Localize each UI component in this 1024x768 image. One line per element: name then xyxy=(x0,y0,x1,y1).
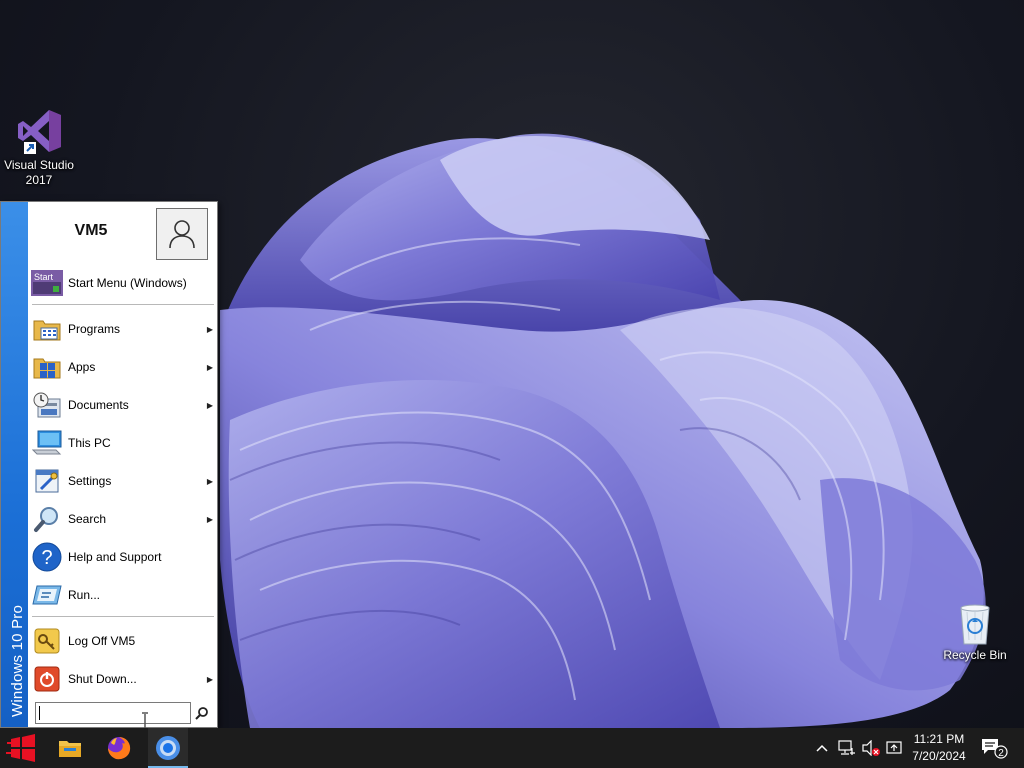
start-menu-shortcut-icon: Start xyxy=(31,267,63,299)
search-button[interactable] xyxy=(193,704,211,722)
documents-icon xyxy=(31,389,63,421)
start-search-input[interactable] xyxy=(35,702,191,724)
power-icon xyxy=(31,663,63,695)
network-icon xyxy=(838,740,855,755)
menu-item-label: Apps xyxy=(68,360,96,374)
apps-icon xyxy=(31,351,63,383)
menu-item-shut-down[interactable]: Shut Down... ▶ xyxy=(31,662,215,696)
menu-item-settings[interactable]: Settings ▶ xyxy=(31,464,215,498)
menu-item-label: Shut Down... xyxy=(68,672,137,686)
menu-item-apps[interactable]: Apps ▶ xyxy=(31,350,215,384)
remote-session-icon xyxy=(886,741,902,754)
menu-item-label: Settings xyxy=(68,474,112,488)
desktop-icon-visual-studio[interactable]: Visual Studio 2017 xyxy=(0,106,78,188)
menu-item-label: Help and Support xyxy=(68,550,162,564)
settings-icon xyxy=(31,465,63,497)
menu-separator xyxy=(32,616,214,617)
taskbar-firefox[interactable] xyxy=(99,728,139,768)
recycle-bin-icon xyxy=(960,604,990,645)
user-avatar[interactable] xyxy=(156,208,208,260)
firefox-icon xyxy=(108,737,131,760)
pinned-start-menu-windows[interactable]: Start Start Menu (Windows) xyxy=(31,266,215,300)
desktop-icon-label-line2: 2017 xyxy=(25,173,53,187)
menu-item-programs[interactable]: Programs ▶ xyxy=(31,312,215,346)
menu-item-this-pc[interactable]: This PC xyxy=(31,426,215,460)
menu-item-label: Run... xyxy=(68,588,101,602)
menu-item-run[interactable]: Run... xyxy=(31,578,215,612)
menu-item-label: Log Off VM5 xyxy=(68,634,136,648)
pinned-label: Start Menu (Windows) xyxy=(68,276,187,290)
submenu-arrow-icon: ▶ xyxy=(206,400,214,410)
key-icon xyxy=(31,625,63,657)
action-center-button[interactable]: 2 xyxy=(980,738,1008,759)
clock-time: 11:21 PM xyxy=(913,732,965,746)
menu-item-label: Programs xyxy=(68,322,121,336)
show-hidden-icons-button[interactable] xyxy=(814,738,830,758)
user-name: VM5 xyxy=(74,222,108,239)
edition-label: Windows 10 Pro xyxy=(9,604,26,717)
submenu-arrow-icon: ▶ xyxy=(206,476,214,486)
help-icon: ? xyxy=(31,541,63,573)
notification-count: 2 xyxy=(998,748,1004,759)
ibeam-cursor-icon xyxy=(142,712,148,728)
notification-icon: 2 xyxy=(982,739,1008,759)
run-icon xyxy=(31,579,63,611)
clock[interactable]: 11:21 PM 7/20/2024 xyxy=(906,731,972,765)
menu-item-help[interactable]: ? Help and Support xyxy=(31,540,215,574)
text-caret xyxy=(39,706,40,720)
menu-item-label: This PC xyxy=(68,436,111,450)
windows-logo-icon xyxy=(6,734,35,762)
menu-item-documents[interactable]: Documents ▶ xyxy=(31,388,215,422)
desktop-icon-label: Recycle Bin xyxy=(943,648,1007,662)
search-icon xyxy=(31,503,63,535)
desktop-icon-label-line1: Visual Studio xyxy=(4,158,74,172)
submenu-arrow-icon: ▶ xyxy=(206,324,214,334)
programs-icon xyxy=(31,313,63,345)
menu-item-label: Documents xyxy=(68,398,129,412)
taskbar-file-explorer[interactable] xyxy=(50,728,90,768)
start-menu: Windows 10 Pro VM5 Start Start Menu (Win… xyxy=(0,201,218,728)
submenu-arrow-icon: ▶ xyxy=(206,674,214,684)
visual-studio-icon xyxy=(18,110,61,154)
menu-item-log-off[interactable]: Log Off VM5 xyxy=(31,624,215,658)
file-explorer-icon xyxy=(59,741,81,757)
volume-muted[interactable] xyxy=(861,738,881,758)
this-pc-icon xyxy=(31,427,63,459)
network-status[interactable] xyxy=(837,738,857,758)
svg-text:?: ? xyxy=(41,547,52,569)
user-icon xyxy=(169,220,195,249)
chrome-icon xyxy=(156,736,180,760)
taskbar: 11:21 PM 7/20/2024 2 xyxy=(0,728,1024,768)
taskbar-chrome[interactable] xyxy=(148,728,188,768)
desktop[interactable]: Visual Studio 2017 Recycle Bin Windows 1… xyxy=(0,0,1024,728)
clock-date: 7/20/2024 xyxy=(912,749,966,763)
menu-separator xyxy=(32,304,214,305)
submenu-arrow-icon: ▶ xyxy=(206,362,214,372)
edition-bar: Windows 10 Pro xyxy=(1,202,28,727)
menu-item-search[interactable]: Search ▶ xyxy=(31,502,215,536)
speaker-muted-icon xyxy=(862,740,880,756)
start-button[interactable] xyxy=(0,728,44,768)
start-icon-text: Start xyxy=(34,272,54,282)
desktop-icon-recycle-bin[interactable]: Recycle Bin xyxy=(936,600,1014,663)
submenu-arrow-icon: ▶ xyxy=(206,514,214,524)
menu-item-label: Search xyxy=(68,512,107,526)
input-indicator[interactable] xyxy=(885,738,905,758)
magnifier-icon xyxy=(195,707,208,720)
chevron-up-icon xyxy=(816,744,828,752)
